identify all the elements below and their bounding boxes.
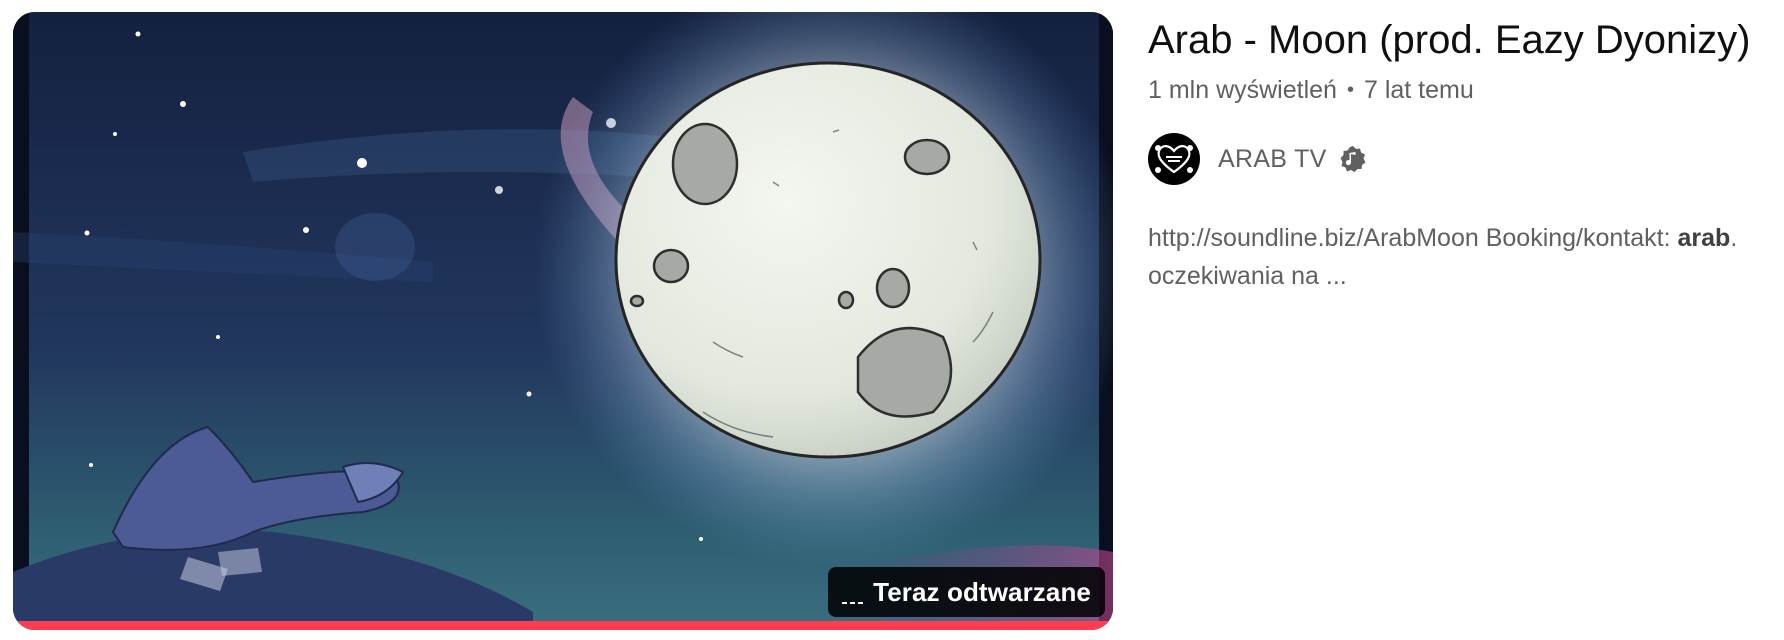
video-metadata: 1 mln wyświetleń • 7 lat temu bbox=[1148, 76, 1784, 105]
view-count: 1 mln wyświetleń bbox=[1148, 76, 1337, 104]
now-playing-equalizer-icon bbox=[842, 580, 864, 604]
channel-info[interactable]: ARAB TV bbox=[1148, 133, 1784, 185]
video-thumbnail[interactable]: Teraz odtwarzane bbox=[13, 12, 1113, 630]
video-description-snippet: http://soundline.biz/ArabMoon Booking/ko… bbox=[1148, 219, 1784, 295]
metadata-separator: • bbox=[1346, 79, 1354, 101]
description-text: http://soundline.biz/ArabMoon Booking/ko… bbox=[1148, 224, 1678, 252]
thumbnail-image bbox=[13, 12, 1113, 630]
upload-age: 7 lat temu bbox=[1363, 76, 1474, 104]
watched-progress-bar bbox=[13, 621, 1113, 630]
video-result: Teraz odtwarzane Arab - Moon (prod. Eazy… bbox=[0, 0, 1784, 640]
now-playing-badge: Teraz odtwarzane bbox=[828, 567, 1105, 617]
video-details: Arab - Moon (prod. Eazy Dyonizy) 1 mln w… bbox=[1148, 14, 1784, 295]
channel-name[interactable]: ARAB TV bbox=[1218, 145, 1327, 174]
description-line-2: oczekiwania na ... bbox=[1148, 262, 1347, 290]
channel-avatar[interactable] bbox=[1148, 133, 1200, 185]
now-playing-label: Teraz odtwarzane bbox=[873, 576, 1091, 607]
description-line-1: http://soundline.biz/ArabMoon Booking/ko… bbox=[1148, 219, 1784, 257]
description-highlight: arab bbox=[1677, 224, 1731, 252]
video-title[interactable]: Arab - Moon (prod. Eazy Dyonizy) bbox=[1148, 14, 1784, 66]
music-artist-verified-icon bbox=[1340, 146, 1366, 172]
description-suffix: . bbox=[1730, 224, 1738, 252]
heart-logo-icon bbox=[1155, 145, 1193, 174]
